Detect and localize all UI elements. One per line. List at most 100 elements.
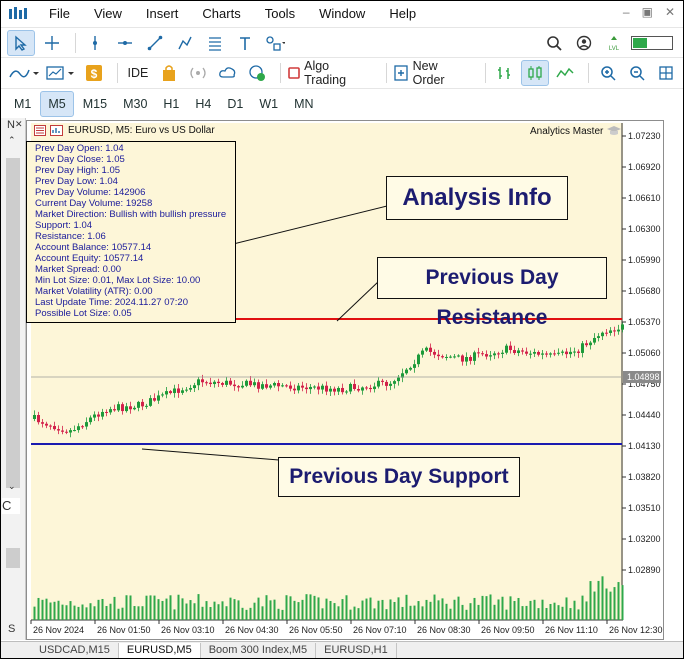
menu-charts[interactable]: Charts (190, 1, 252, 27)
candle-body (97, 414, 100, 417)
crosshair-icon[interactable] (39, 31, 65, 55)
candle-body (201, 379, 204, 383)
cursor-icon[interactable] (7, 30, 35, 56)
symbol-menu-icon[interactable] (34, 125, 46, 136)
line-chart-icon[interactable] (553, 61, 578, 85)
candle-body (301, 385, 304, 388)
chart-type-icon[interactable] (7, 61, 40, 85)
ide-button[interactable]: IDE (127, 66, 148, 80)
candle-body (149, 398, 152, 406)
candle-body (585, 343, 588, 346)
volume-bar (377, 600, 380, 620)
volume-bar (429, 601, 432, 620)
volume-bar (601, 576, 604, 620)
volume-bar (457, 596, 460, 620)
candle-body (61, 430, 64, 432)
vertical-line-icon[interactable] (82, 31, 108, 55)
candle-body (597, 336, 600, 338)
timeframe-m15[interactable]: M15 (76, 92, 114, 116)
zoom-in-icon[interactable] (595, 61, 620, 85)
menu-window[interactable]: Window (307, 1, 377, 27)
price-axis-label: 1.06300 (628, 224, 661, 234)
text-tool-icon[interactable] (232, 31, 258, 55)
timeframe-h1[interactable]: H1 (156, 92, 186, 116)
chart-tab[interactable]: EURUSD,M5 (118, 643, 201, 658)
timeframe-mn[interactable]: MN (287, 92, 320, 116)
algo-trading-button[interactable]: Algo Trading (287, 59, 381, 87)
volume-bar (293, 600, 296, 620)
chart-tab[interactable]: EURUSD,H1 (316, 643, 397, 658)
indicator-icon[interactable] (50, 125, 64, 136)
tile-windows-icon[interactable] (654, 61, 679, 85)
fibonacci-icon[interactable] (202, 31, 228, 55)
timeframe-h4[interactable]: H4 (188, 92, 218, 116)
trendline-icon[interactable] (142, 31, 168, 55)
signal-icon[interactable] (186, 61, 211, 85)
candle-body (173, 388, 176, 394)
candle-body (193, 385, 196, 389)
chart-tab[interactable]: USDCAD,M15 (31, 643, 119, 658)
chart-tab[interactable]: Boom 300 Index,M5 (201, 643, 317, 658)
candlestick-icon[interactable] (521, 60, 549, 86)
polyline-icon[interactable] (172, 31, 198, 55)
bar-chart-icon[interactable] (492, 61, 517, 85)
volume-bar (33, 606, 36, 620)
search-icon[interactable] (541, 31, 567, 55)
candle-body (485, 354, 488, 357)
timeframe-m30[interactable]: M30 (116, 92, 154, 116)
panel-scrollbar[interactable] (6, 158, 20, 488)
volume-bar (93, 606, 96, 620)
candle-body (65, 431, 68, 433)
horizontal-line-icon[interactable] (112, 31, 138, 55)
menu-help[interactable]: Help (377, 1, 428, 27)
volume-bar (485, 596, 488, 620)
candle-body (453, 356, 456, 358)
menu-tools[interactable]: Tools (253, 1, 307, 27)
timeframe-w1[interactable]: W1 (252, 92, 285, 116)
volume-bar (45, 598, 48, 620)
menu-insert[interactable]: Insert (134, 1, 191, 27)
graduation-cap-icon (607, 126, 622, 135)
volume-bar (397, 597, 400, 620)
info-line: Support: 1.04 (35, 220, 93, 231)
minimize-icon[interactable]: – (623, 5, 630, 19)
volume-bar (553, 602, 556, 620)
candle-body (465, 357, 468, 362)
candle-body (117, 404, 120, 411)
current-price-label: 1.04898 (627, 372, 660, 382)
bag-icon[interactable] (156, 61, 181, 85)
volume-bar (497, 599, 500, 620)
algo-trading-label: Algo Trading (304, 59, 347, 87)
candle-body (441, 356, 444, 358)
volume-bar (321, 608, 324, 620)
scroll-down-icon[interactable]: ⌄ (8, 481, 16, 492)
level-badge-icon[interactable]: LVL (601, 31, 627, 55)
candle-body (461, 355, 464, 362)
panel-close-icon[interactable]: ✕ (15, 119, 23, 130)
zoom-out-icon[interactable] (624, 61, 649, 85)
menu-view[interactable]: View (82, 1, 134, 27)
chart-symbol-title: EURUSD, M5: Euro vs US Dollar (68, 125, 215, 136)
shapes-icon[interactable] (262, 31, 288, 55)
restore-icon[interactable]: ▣ (642, 5, 653, 19)
scroll-up-icon[interactable]: ⌃ (8, 135, 16, 146)
menu-file[interactable]: File (37, 1, 82, 27)
volume-bar (613, 587, 616, 620)
account-icon[interactable] (571, 31, 597, 55)
candle-body (73, 430, 76, 432)
candle-body (317, 386, 320, 390)
timeframe-m1[interactable]: M1 (7, 92, 38, 116)
vps-icon[interactable] (244, 61, 269, 85)
cloud-icon[interactable] (215, 61, 240, 85)
panel2-scrollbar[interactable] (6, 548, 20, 568)
price-axis-label: 1.07230 (628, 131, 661, 141)
close-icon[interactable]: ✕ (665, 5, 675, 19)
timeframe-m5[interactable]: M5 (40, 91, 74, 117)
candle-body (609, 330, 612, 333)
candle-body (541, 353, 544, 355)
new-order-button[interactable]: New Order (393, 59, 479, 87)
volume-bar (301, 599, 304, 620)
timeframe-d1[interactable]: D1 (220, 92, 250, 116)
dollar-icon[interactable]: $ (81, 61, 106, 85)
chart-templates-icon[interactable] (44, 61, 77, 85)
